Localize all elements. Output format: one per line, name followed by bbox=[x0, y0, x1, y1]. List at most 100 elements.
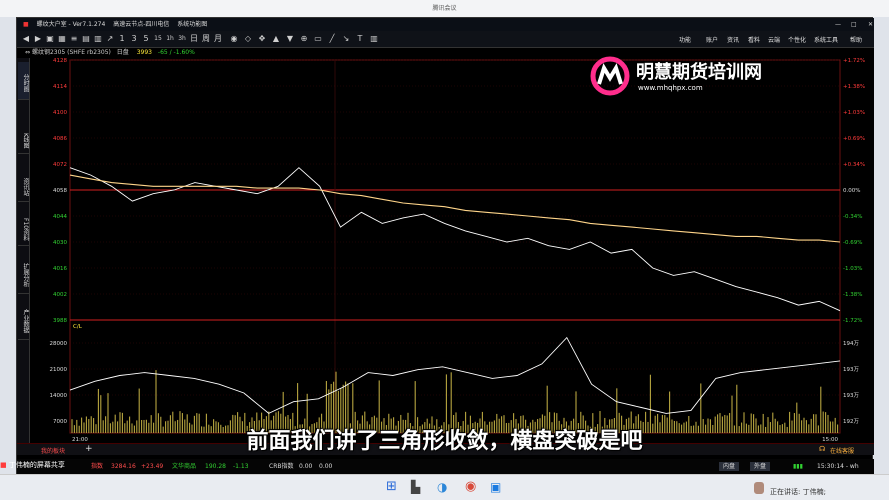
list-icon[interactable]: ≡ bbox=[69, 34, 79, 44]
menu-item[interactable]: 系统工具 bbox=[814, 35, 838, 44]
side-tab-f10[interactable]: F10资料 bbox=[18, 210, 29, 246]
down-icon[interactable]: ▼ bbox=[285, 34, 295, 44]
diamond-icon[interactable]: ◇ bbox=[243, 34, 253, 44]
screenshare-label-bar: ■ 丁伟楠的屏幕共享 bbox=[0, 458, 160, 472]
chart-icon[interactable]: ▤ bbox=[81, 34, 91, 44]
eye-icon[interactable]: ◉ bbox=[229, 34, 239, 44]
edge-icon[interactable]: ◑ bbox=[437, 480, 451, 494]
file-explorer-icon[interactable]: ▙ bbox=[411, 480, 425, 494]
oi-tick-label: 193万 bbox=[843, 366, 859, 373]
domestic-button[interactable]: 内盘 bbox=[719, 462, 740, 471]
crb-label: CRB指数 bbox=[269, 463, 294, 470]
move-icon[interactable]: ✥ bbox=[257, 34, 267, 44]
price-tick-label: 4086 bbox=[53, 136, 67, 142]
toolbar: ◀ ▶ ▣ ▦ ≡ ▤ ▥ ↗ 1 3 5 15 1h 3h 日 周 月 ◉ ◇… bbox=[17, 31, 874, 48]
commodity-label: 文华商品 bbox=[172, 463, 197, 470]
meeting-app-icon[interactable]: ▣ bbox=[490, 480, 504, 494]
average-price-line bbox=[69, 174, 841, 243]
kline-icon[interactable]: ▥ bbox=[93, 34, 103, 44]
period-3h-button[interactable]: 3h bbox=[177, 34, 187, 44]
price-tick-label: 4100 bbox=[53, 110, 67, 116]
menu-item[interactable]: 账户 bbox=[706, 35, 718, 44]
price-tick-label: 4128 bbox=[53, 58, 67, 64]
period-m-button[interactable]: 月 bbox=[213, 34, 223, 44]
commodity-change: -1.13 bbox=[233, 463, 249, 470]
screenshare-presenter: 丁伟楠的屏幕共享 bbox=[8, 461, 65, 469]
clock-time: 15:30:14 - wh bbox=[817, 463, 859, 470]
commodity-value: 190.28 bbox=[205, 463, 226, 470]
menu-item[interactable]: 功能 bbox=[679, 35, 691, 44]
oi-label: C/L bbox=[73, 324, 83, 330]
percent-tick-label: +0.69% bbox=[843, 136, 865, 142]
line-icon[interactable]: ╱ bbox=[327, 34, 337, 44]
screen: 腾讯会议 ■ 螺纹大户室 - Ver7.1.274 高速云节点-四川电信 系统功… bbox=[0, 0, 889, 500]
percent-tick-label: -1.72% bbox=[843, 318, 862, 324]
price-tick-label: 4044 bbox=[53, 214, 67, 220]
menu-item[interactable]: 看料 bbox=[748, 35, 760, 44]
percent-tick-label: +0.34% bbox=[843, 162, 865, 168]
oi-tick-label: 193万 bbox=[843, 392, 859, 399]
period-15-button[interactable]: 15 bbox=[153, 34, 163, 44]
crb-change: 0.00 bbox=[319, 463, 333, 470]
arrow-icon[interactable]: ↘ bbox=[341, 34, 351, 44]
price-tick-label: 3988 bbox=[53, 318, 67, 324]
period-d-button[interactable]: 日 bbox=[189, 34, 199, 44]
side-tab-news[interactable]: 资讯站 bbox=[18, 168, 29, 202]
timeshare-chart[interactable]: 4128 +1.72% 4114 +1.38% 4100 +1.03% 4086 +0.69%… bbox=[30, 58, 874, 443]
instrument-name: 螺纹钢2305 bbox=[31, 49, 66, 56]
period-1-button[interactable]: 1 bbox=[117, 34, 127, 44]
side-tab-kline[interactable]: K线图 bbox=[18, 124, 29, 154]
logo-mark bbox=[590, 56, 630, 96]
meeting-title: 腾讯会议 bbox=[0, 0, 889, 17]
volume-tick-label: 14000 bbox=[50, 393, 68, 399]
percent-tick-label: +1.72% bbox=[843, 58, 865, 64]
percent-tick-label: -1.38% bbox=[843, 292, 862, 298]
back-icon[interactable]: ◀ bbox=[21, 34, 31, 44]
side-tab-timeshare[interactable]: 分时图 bbox=[18, 62, 29, 100]
price-tick-label: 4072 bbox=[53, 162, 67, 168]
foreign-button[interactable]: 外盘 bbox=[750, 462, 771, 471]
active-speaker: 正在讲话: 丁伟楠; bbox=[770, 488, 826, 496]
instrument-code: (SHFE rb2305) bbox=[67, 49, 111, 56]
side-tabs: 分时图 K线图 资讯站 F10资料 扩展分析 产业数据 bbox=[17, 58, 30, 443]
zoom-icon[interactable]: ⊕ bbox=[299, 34, 309, 44]
side-tab-analysis[interactable]: 扩展分析 bbox=[18, 252, 29, 294]
price-tick-label: 4030 bbox=[53, 240, 67, 246]
price-change: -65 / -1.60% bbox=[157, 49, 195, 56]
trend-icon[interactable]: ↗ bbox=[105, 34, 115, 44]
chart-canvas[interactable]: 4128 +1.72% 4114 +1.38% 4100 +1.03% 4086 +0.69%… bbox=[30, 58, 874, 443]
session-label[interactable]: 日盘 bbox=[117, 49, 129, 56]
share-indicator-icon: ■ bbox=[0, 461, 7, 469]
app-server: 高速云节点-四川电信 bbox=[113, 21, 170, 28]
bars-icon[interactable]: ▥ bbox=[369, 34, 379, 44]
forward-icon[interactable]: ▶ bbox=[33, 34, 43, 44]
window-icon[interactable]: ▣ bbox=[45, 34, 55, 44]
link-icon: ⇔ bbox=[25, 49, 31, 56]
close-icon[interactable]: ✕ bbox=[868, 18, 873, 31]
box-icon[interactable]: ▭ bbox=[313, 34, 323, 44]
minimize-icon[interactable]: — bbox=[835, 18, 841, 31]
menu-item[interactable]: 资讯 bbox=[727, 35, 739, 44]
text-icon[interactable]: T bbox=[355, 34, 365, 44]
period-1h-button[interactable]: 1h bbox=[165, 34, 175, 44]
menu-item[interactable]: 帮助 bbox=[850, 35, 862, 44]
period-w-button[interactable]: 周 bbox=[201, 34, 211, 44]
logo-name: 明慧期货培训网 bbox=[636, 62, 762, 83]
chrome-icon[interactable]: ◉ bbox=[465, 480, 479, 494]
up-icon[interactable]: ▲ bbox=[271, 34, 281, 44]
app-title-bar: ■ 螺纹大户室 - Ver7.1.274 高速云节点-四川电信 系统功能图 — … bbox=[17, 18, 874, 31]
grid-icon[interactable]: ▦ bbox=[57, 34, 67, 44]
watermark-logo: 明慧期货培训网 www.mhqhpx.com bbox=[590, 56, 790, 96]
maximize-icon[interactable]: □ bbox=[851, 18, 857, 31]
start-icon[interactable]: ⊞ bbox=[386, 480, 400, 494]
last-price: 3993 bbox=[136, 49, 152, 56]
period-3-button[interactable]: 3 bbox=[129, 34, 139, 44]
side-tab-industry[interactable]: 产业数据 bbox=[18, 298, 29, 340]
volume-tick-label: 28000 bbox=[50, 341, 68, 347]
menu-item[interactable]: 云端 bbox=[768, 35, 780, 44]
signal-icon: ▮▮▮ bbox=[793, 463, 803, 470]
period-5-button[interactable]: 5 bbox=[141, 34, 151, 44]
menu-item[interactable]: 个性化 bbox=[788, 35, 806, 44]
price-tick-label: 4002 bbox=[53, 292, 67, 298]
percent-tick-label: 0.00% bbox=[843, 188, 860, 194]
